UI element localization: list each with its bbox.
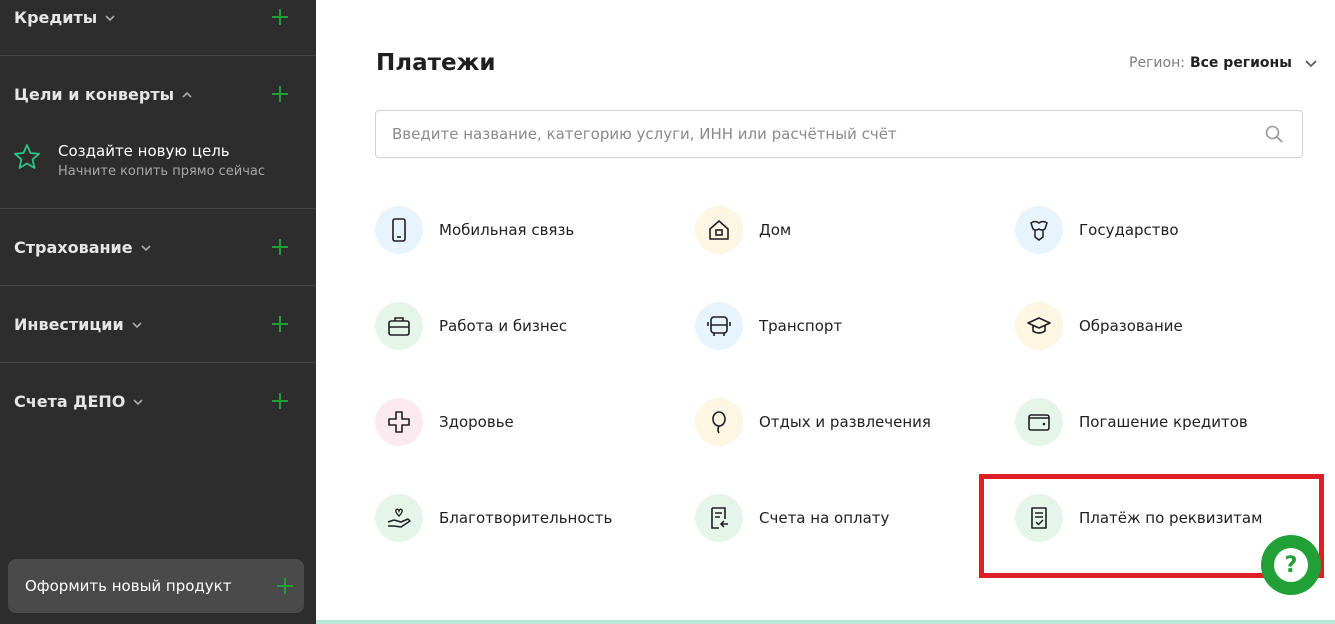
- region-label: Регион:: [1129, 55, 1185, 71]
- add-credit-button[interactable]: [270, 7, 290, 27]
- charity-hand-icon: [375, 494, 423, 542]
- category-charity[interactable]: Благотворительность: [375, 494, 612, 542]
- state-emblem-icon: [1015, 206, 1063, 254]
- chevron-down-icon: [105, 14, 115, 21]
- balloon-icon: [695, 398, 743, 446]
- category-label: Работа и бизнес: [439, 317, 568, 335]
- category-health[interactable]: Здоровье: [375, 398, 514, 446]
- category-label: Отдых и развлечения: [759, 413, 931, 431]
- category-loans[interactable]: Погашение кредитов: [1015, 398, 1248, 446]
- chevron-up-icon: [182, 91, 192, 98]
- payments-main: Платежи Регион: Все регионы Мобильная св…: [316, 0, 1335, 624]
- search-icon[interactable]: [1264, 124, 1284, 144]
- add-depo-button[interactable]: [270, 391, 290, 411]
- house-icon: [695, 206, 743, 254]
- add-goal-button[interactable]: [270, 84, 290, 104]
- help-icon: ?: [1274, 548, 1308, 582]
- category-label: Здоровье: [439, 413, 514, 431]
- search-input[interactable]: [376, 111, 1264, 157]
- category-label: Государство: [1079, 221, 1179, 239]
- search-box: [375, 110, 1303, 158]
- sidebar-item-investments[interactable]: Инвестиции: [14, 315, 144, 334]
- sidebar-item-goals[interactable]: Цели и конверты: [14, 85, 194, 104]
- category-label: Дом: [759, 221, 792, 239]
- chevron-down-icon: [133, 398, 143, 405]
- category-label: Транспорт: [759, 317, 843, 335]
- bottom-bar: [316, 620, 1335, 624]
- category-invoices[interactable]: Счета на оплату: [695, 494, 889, 542]
- chevron-down-icon: [1305, 60, 1317, 68]
- category-label: Благотворительность: [439, 509, 613, 527]
- credits-label: Кредиты: [14, 8, 98, 27]
- add-insurance-button[interactable]: [270, 237, 290, 257]
- divider: [0, 55, 316, 56]
- star-icon: [14, 144, 40, 169]
- category-label: Погашение кредитов: [1079, 413, 1248, 431]
- page-title: Платежи: [376, 50, 496, 76]
- category-leisure[interactable]: Отдых и развлечения: [695, 398, 931, 446]
- new-product-label: Оформить новый продукт: [25, 577, 232, 595]
- wallet-icon: [1015, 398, 1063, 446]
- region-value: Все регионы: [1189, 55, 1292, 71]
- create-goal-subtitle: Начните копить прямо сейчас: [58, 164, 266, 179]
- divider: [0, 362, 316, 363]
- investments-label: Инвестиции: [14, 315, 124, 334]
- mobile-phone-icon: [375, 206, 423, 254]
- create-goal-title: Создайте новую цель: [58, 142, 230, 160]
- briefcase-icon: [375, 302, 423, 350]
- category-transport[interactable]: Транспорт: [695, 302, 842, 350]
- category-state[interactable]: Государство: [1015, 206, 1179, 254]
- plus-icon: [275, 576, 295, 596]
- divider: [0, 208, 316, 209]
- help-button[interactable]: ?: [1261, 535, 1321, 595]
- category-home[interactable]: Дом: [695, 206, 791, 254]
- create-goal-item[interactable]: Создайте новую цель Начните копить прямо…: [12, 142, 265, 179]
- region-selector[interactable]: Регион: Все регионы: [1129, 55, 1319, 71]
- new-product-button[interactable]: Оформить новый продукт: [8, 559, 304, 613]
- sidebar-item-insurance[interactable]: Страхование: [14, 238, 153, 257]
- goals-label: Цели и конверты: [14, 85, 175, 104]
- sidebar-item-credits[interactable]: Кредиты: [14, 8, 117, 27]
- category-education[interactable]: Образование: [1015, 302, 1183, 350]
- category-label: Счета на оплату: [759, 509, 890, 527]
- invoice-icon: [695, 494, 743, 542]
- category-business[interactable]: Работа и бизнес: [375, 302, 567, 350]
- divider: [0, 285, 316, 286]
- category-mobile[interactable]: Мобильная связь: [375, 206, 574, 254]
- graduation-cap-icon: [1015, 302, 1063, 350]
- add-investment-button[interactable]: [270, 314, 290, 334]
- bus-icon: [695, 302, 743, 350]
- category-label: Образование: [1079, 317, 1183, 335]
- medical-cross-icon: [375, 398, 423, 446]
- chevron-down-icon: [141, 244, 151, 251]
- depo-label: Счета ДЕПО: [14, 392, 126, 411]
- chevron-down-icon: [132, 321, 142, 328]
- sidebar: Кредиты Цели и конверты Создайте новую ц…: [0, 0, 316, 624]
- sidebar-item-depo[interactable]: Счета ДЕПО: [14, 392, 145, 411]
- category-label: Мобильная связь: [439, 221, 575, 239]
- insurance-label: Страхование: [14, 238, 133, 257]
